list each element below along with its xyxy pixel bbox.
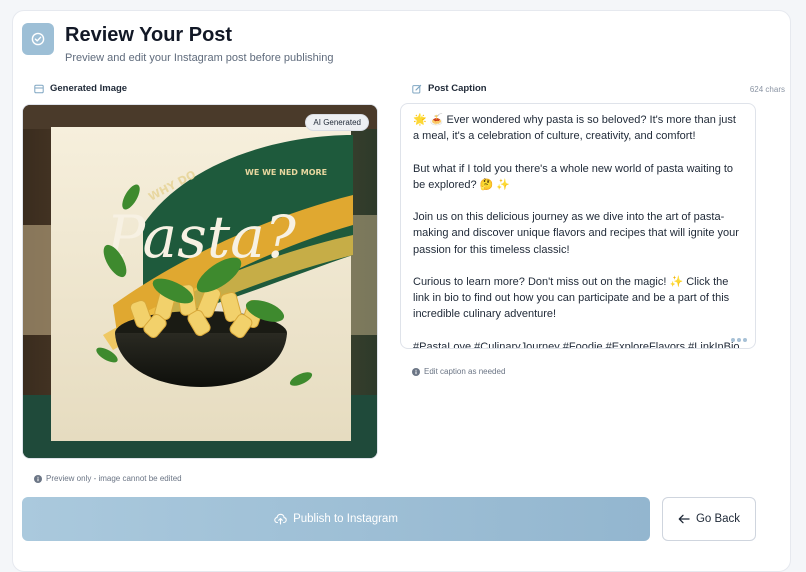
pasta-artwork: Pasta? WHY DO WE WE NED MORE [23, 105, 377, 458]
page-subtitle: Preview and edit your Instagram post bef… [65, 52, 334, 64]
image-hint: Preview only - image cannot be edited [34, 474, 182, 483]
ai-generated-badge: AI Generated [305, 114, 369, 131]
generated-image-label: Generated Image [34, 83, 127, 94]
image-icon [34, 84, 44, 93]
check-circle-icon [22, 23, 54, 55]
caption-textarea[interactable]: 🌟 🍝 Ever wondered why pasta is so belove… [400, 103, 756, 349]
go-back-button-label: Go Back [695, 513, 741, 525]
edit-icon [412, 84, 422, 94]
char-count: 624 chars [749, 85, 785, 94]
caption-text[interactable]: 🌟 🍝 Ever wondered why pasta is so belove… [401, 104, 755, 348]
resize-handle[interactable] [731, 338, 747, 342]
upload-cloud-icon [274, 513, 287, 525]
page-title: Review Your Post [65, 24, 233, 46]
post-caption-label-text: Post Caption [428, 83, 487, 94]
arrow-left-icon [678, 514, 690, 524]
artwork-arc-text: WE WE NED MORE [245, 168, 327, 177]
artwork-main-text: Pasta? [105, 203, 297, 271]
generated-image-label-text: Generated Image [50, 83, 128, 94]
post-caption-label: Post Caption [412, 83, 487, 94]
generated-image: Pasta? WHY DO WE WE NED MORE AI Generate… [22, 104, 378, 459]
publish-button[interactable]: Publish to Instagram [22, 497, 650, 541]
publish-button-label: Publish to Instagram [293, 513, 398, 525]
info-icon [34, 474, 42, 483]
caption-hint-text: Edit caption as needed [424, 367, 506, 376]
go-back-button[interactable]: Go Back [662, 497, 756, 541]
caption-hint: Edit caption as needed [412, 367, 505, 376]
info-icon [412, 367, 420, 376]
image-hint-text: Preview only - image cannot be edited [46, 474, 182, 483]
